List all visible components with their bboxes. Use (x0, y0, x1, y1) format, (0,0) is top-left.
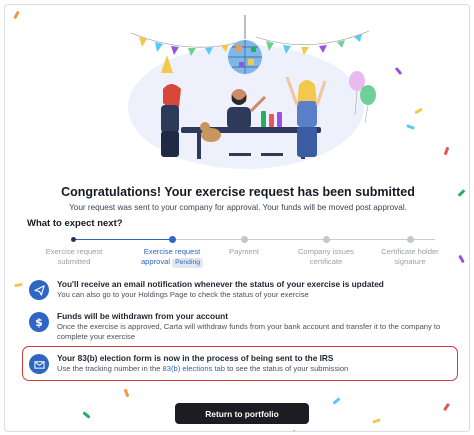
info-title: Your 83(b) election form is now in the p… (57, 353, 334, 363)
step-label-submitted: Exercise request submitted (45, 247, 103, 266)
step-label-certificate: Company issues certificate (297, 247, 355, 266)
confetti-piece (332, 397, 341, 405)
confetti-piece (372, 418, 381, 424)
mail-icon (29, 354, 49, 374)
confetti-piece (458, 254, 465, 264)
step-dot-approval (169, 236, 176, 243)
info-item-83b: Your 83(b) election form is now in the p… (27, 353, 457, 377)
step-dot-certificate (323, 236, 330, 243)
confetti-piece (13, 10, 20, 20)
step-label-payment: Payment (229, 247, 259, 256)
confetti-piece (292, 429, 301, 431)
step-dot-submitted (71, 237, 76, 242)
info-item-email: You'll receive an email notification whe… (27, 279, 457, 303)
section-title: What to expect next? (27, 218, 123, 229)
confetti-piece (442, 402, 451, 412)
confetti-piece (443, 146, 450, 156)
info-description: You can also go to your Holdings Page to… (57, 290, 309, 299)
confetti-piece (394, 66, 403, 76)
confetti-piece (123, 388, 130, 398)
stepper-connector (73, 239, 173, 240)
page-subtitle: Your request was sent to your company fo… (69, 203, 407, 212)
confetti-piece (14, 282, 23, 288)
dollar-icon: $ (29, 312, 49, 332)
stepper-connector (173, 239, 435, 240)
status-badge: Pending (172, 258, 204, 268)
info-title: Funds will be withdrawn from your accoun… (57, 311, 229, 321)
info-description: Use the tracking number in the 83(b) ele… (57, 364, 349, 373)
elections-tab-link[interactable]: 83(b) elections tab (163, 364, 225, 373)
confetti-piece (414, 107, 423, 115)
progress-stepper: Exercise request submitted Exercise reque… (27, 235, 457, 269)
info-description: Once the exercise is approved, Carta wil… (57, 322, 441, 341)
confetti-piece (82, 411, 91, 419)
return-to-portfolio-button[interactable]: Return to portfolio (175, 403, 309, 424)
step-dot-payment (241, 236, 248, 243)
confetti-piece (406, 124, 415, 130)
page-title: Congratulations! Your exercise request h… (61, 185, 415, 199)
step-label-signature: Certificate holder signature (381, 247, 439, 266)
info-title: You'll receive an email notification whe… (57, 279, 384, 289)
step-dot-signature (407, 236, 414, 243)
info-item-funds: $ Funds will be withdrawn from your acco… (27, 311, 457, 343)
paper-plane-icon (29, 280, 49, 300)
celebration-illustration (128, 15, 376, 169)
page-frame: Congratulations! Your exercise request h… (4, 4, 470, 432)
